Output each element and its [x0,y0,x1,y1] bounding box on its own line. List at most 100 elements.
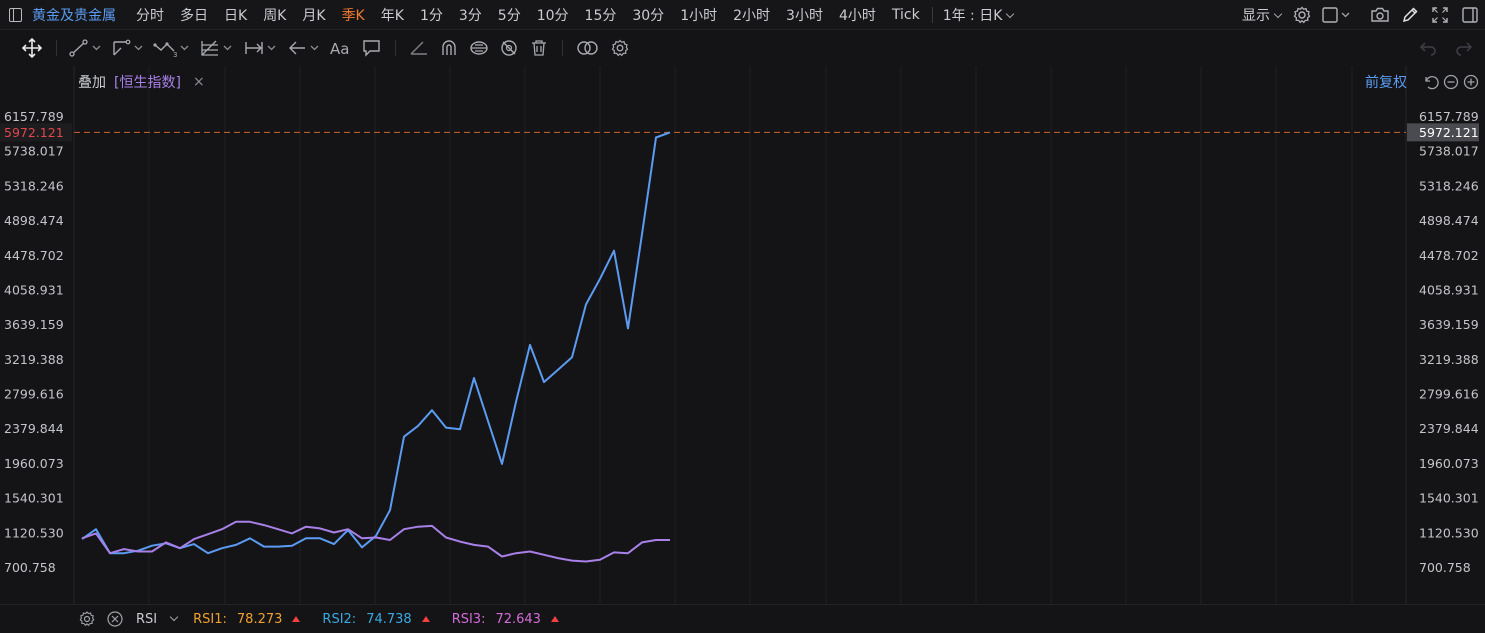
svg-text:3: 3 [173,51,177,59]
period-item[interactable]: 1小时 [672,5,725,25]
divider [56,40,57,56]
y-axis-label-right: 700.758 [1419,560,1471,575]
chart-app: 黄金及贵金属 分时 多日 日K 周K 月K 季K 年K 1分 3分 5分 10分 15分 30分 1小时 2… [0,0,1485,633]
period-item[interactable]: 季K [334,5,373,25]
y-axis-label-left: 3219.388 [4,352,64,367]
wave-tool[interactable]: 3 [149,31,195,65]
zoom-out-button[interactable] [1441,72,1461,92]
lock-drawing-icon [470,41,488,55]
period-item[interactable]: 日K [216,5,255,25]
period-item[interactable]: 5分 [490,5,529,25]
pencil-icon [1402,7,1418,23]
rsi-settings-button[interactable] [76,608,98,630]
gear-icon [79,611,95,627]
comment-tool[interactable] [357,31,387,65]
overlay-tool[interactable] [571,31,605,65]
y-axis-label-left: 3639.159 [4,317,64,332]
undo-icon[interactable] [1417,37,1439,59]
range-select[interactable]: 1年 : 日K [937,5,1020,25]
series-line-2[interactable] [81,520,670,563]
series-line-1[interactable] [81,131,671,555]
overlay-item-hsi[interactable]: [恒生指数] [114,72,181,92]
period-item[interactable]: Tick [884,7,928,23]
y-axis-label-right: 4058.931 [1419,282,1479,297]
zoom-in-icon [1463,74,1479,90]
rsi-value: 72.643 [495,611,541,627]
indicator-name: RSI [136,611,158,627]
fullscreen-button[interactable] [1425,0,1455,30]
trend-line-icon [69,39,101,57]
text-tool[interactable]: Aa [325,31,357,65]
y-axis-label-left: 2379.844 [4,421,64,436]
y-axis-label-right: 6157.789 [1419,109,1479,124]
display-menu-button[interactable]: 显示 [1236,5,1287,25]
period-item[interactable]: 2小时 [725,5,778,25]
layout-select-button[interactable] [1317,0,1357,30]
draw-pencil-button[interactable] [1395,0,1425,30]
overlap-circles-icon [577,41,598,55]
zoom-in-button[interactable] [1461,72,1481,92]
channel-tool[interactable] [107,31,149,65]
measure-tool[interactable] [239,31,283,65]
period-item[interactable]: 月K [294,5,333,25]
price-chart[interactable]: 6157.789 6157.789 5738.017 5738.017 5318.246… [0,66,1485,604]
move-tool[interactable] [16,31,48,65]
rsi-close-button[interactable] [104,608,126,630]
redo-icon[interactable] [1453,37,1475,59]
fibonacci-icon [201,40,232,56]
rsi-label: RSI3: [451,611,486,627]
eye-off-icon [501,40,517,56]
period-item[interactable]: 分时 [128,5,172,25]
magnet-tool[interactable] [434,31,464,65]
sidebar-toggle-button[interactable] [4,0,26,30]
chart-area[interactable]: 6157.789 6157.789 5738.017 5738.017 5318.246… [0,66,1485,604]
period-item[interactable]: 3小时 [778,5,831,25]
gear-icon [1293,6,1311,24]
drawing-settings-tool[interactable] [605,31,635,65]
up-triangle-icon [550,616,559,622]
hide-tool[interactable] [494,31,524,65]
undo-redo-group [1417,31,1475,65]
indicator-select[interactable]: RSI [136,611,179,627]
camera-icon [1371,7,1389,22]
y-axis-label-left: 5318.246 [4,178,64,193]
period-item[interactable]: 周K [255,5,294,25]
comment-bubble-icon [363,40,380,57]
y-axis-label-left: 700.758 [4,560,56,575]
arrow-tool[interactable] [283,31,325,65]
current-price-label-left: 5972.121 [4,125,64,140]
overlay-legend: 叠加 [恒生指数] × [78,72,205,92]
period-item[interactable]: 30分 [624,5,672,25]
chevron-down-icon [1006,9,1015,18]
lock-tool[interactable] [464,31,494,65]
period-item[interactable]: 15分 [577,5,625,25]
reset-button[interactable] [1421,72,1441,92]
period-item[interactable]: 10分 [529,5,577,25]
period-item[interactable]: 多日 [172,5,216,25]
y-axis-label-left: 6157.789 [4,109,64,124]
period-item[interactable]: 年K [373,5,412,25]
y-axis-label-left: 2799.616 [4,387,64,402]
overlay-label: 叠加 [78,75,106,91]
period-item[interactable]: 3分 [451,5,490,25]
rsi-label: RSI2: [322,611,357,627]
y-axis-label-right: 5318.246 [1419,178,1479,193]
y-axis-label-right: 4898.474 [1419,213,1479,228]
fib-tool[interactable] [195,31,239,65]
delete-tool[interactable] [524,31,554,65]
period-item[interactable]: 1分 [412,5,451,25]
screenshot-button[interactable] [1365,0,1395,30]
panel-icon [1462,7,1478,23]
overlay-close-icon[interactable]: × [193,74,205,90]
panel-toggle-button[interactable] [1455,0,1485,30]
price-adjust-select[interactable]: 前复权 [1365,72,1407,92]
period-item[interactable]: 4小时 [831,5,884,25]
angle-tool[interactable] [404,31,434,65]
text-aa-icon: Aa [330,40,349,58]
settings-gear-button[interactable] [1287,0,1317,30]
line-tool[interactable] [65,31,107,65]
symbol-name[interactable]: 黄金及贵金属 [32,5,116,25]
rsi-indicator-bar: RSI RSI1: 78.273 RSI2: 74.738 RSI3: 72.643 [0,604,1485,633]
up-triangle-icon [421,616,430,622]
up-triangle-icon [292,616,301,622]
